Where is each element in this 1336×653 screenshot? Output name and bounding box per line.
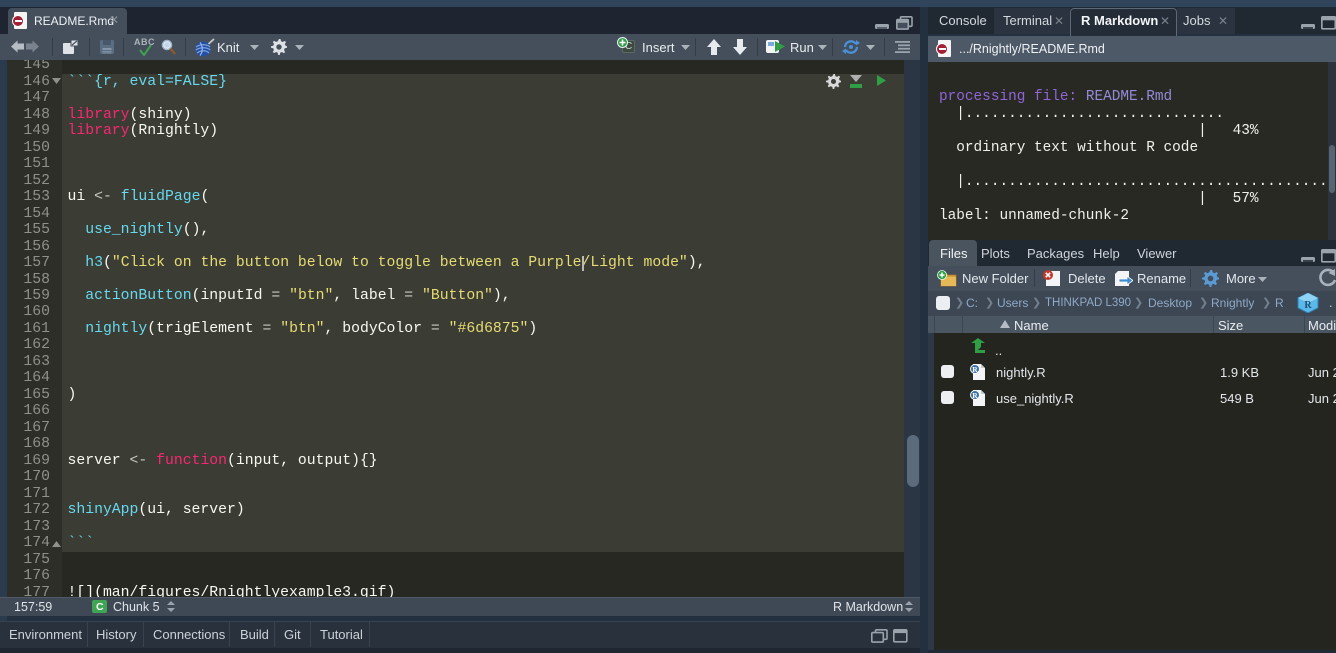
svg-text:R: R [1304,300,1312,311]
svg-text:R: R [972,365,978,374]
svg-text:R: R [972,391,978,400]
